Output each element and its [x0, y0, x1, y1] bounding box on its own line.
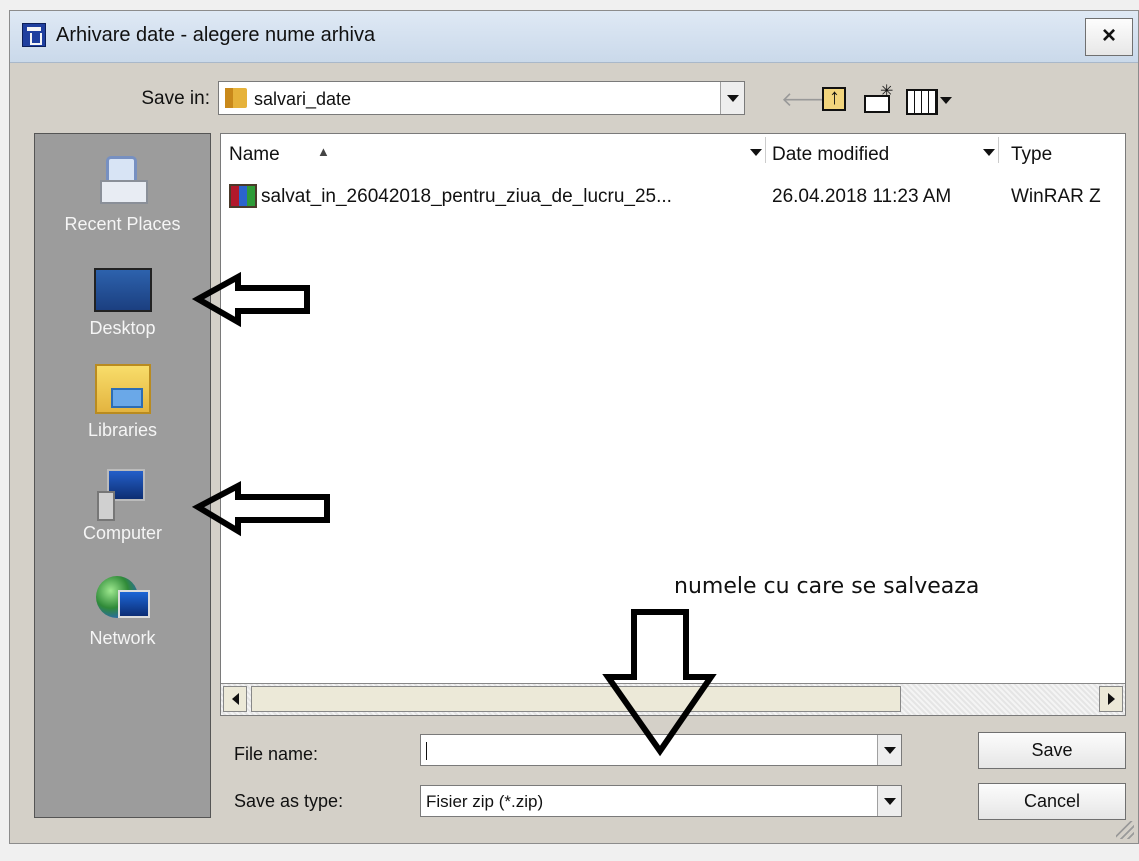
text-cursor: [426, 742, 427, 760]
cancel-button[interactable]: Cancel: [978, 783, 1126, 820]
folder-icon: [225, 88, 247, 108]
scroll-left-button[interactable]: [223, 686, 247, 712]
place-recent-places[interactable]: Recent Places: [35, 156, 210, 235]
file-name: salvat_in_26042018_pentru_ziua_de_lucru_…: [261, 186, 672, 207]
places-bar: Recent Places Desktop Libraries Computer…: [34, 133, 211, 818]
view-menu-icon[interactable]: [906, 87, 964, 115]
place-label-libraries: Libraries: [87, 420, 158, 440]
horizontal-scrollbar[interactable]: [221, 683, 1125, 715]
selected-file-type: Fisier zip (*.zip): [426, 792, 544, 811]
place-desktop[interactable]: Desktop: [35, 268, 210, 339]
column-type-header[interactable]: Type: [1011, 144, 1052, 166]
file-row[interactable]: salvat_in_26042018_pentru_ziua_de_lucru_…: [229, 184, 1125, 212]
save-as-type-dropdown-button[interactable]: [877, 786, 901, 816]
sort-ascending-icon: ▲: [317, 144, 330, 159]
place-label-computer: Computer: [82, 523, 163, 543]
save-in-dropdown-button[interactable]: [720, 82, 744, 114]
place-label-desktop: Desktop: [89, 318, 156, 338]
save-in-combo[interactable]: salvari_date: [218, 81, 745, 115]
date-column-dropdown-icon[interactable]: [983, 149, 995, 156]
place-network[interactable]: Network: [35, 572, 210, 649]
new-folder-icon[interactable]: [864, 81, 893, 113]
file-name-input[interactable]: [420, 734, 902, 766]
recent-places-icon: [94, 156, 152, 208]
save-in-label: Save in:: [141, 88, 210, 109]
scroll-thumb[interactable]: [251, 686, 901, 712]
network-icon: [95, 572, 150, 622]
place-label-network: Network: [89, 628, 156, 648]
save-as-type-label: Save as type:: [234, 791, 344, 811]
file-list-header: Name ▲ Date modified Type: [221, 134, 1125, 168]
resize-grip-icon[interactable]: [1116, 821, 1134, 839]
place-libraries[interactable]: Libraries: [35, 364, 210, 441]
scroll-right-button[interactable]: [1099, 686, 1123, 712]
column-date-header[interactable]: Date modified: [772, 144, 889, 166]
title-bar: Arhivare date - alegere nume arhiva ×: [10, 11, 1138, 63]
file-name-dropdown-button[interactable]: [877, 735, 901, 765]
desktop-icon: [93, 268, 152, 312]
name-column-dropdown-icon[interactable]: [750, 149, 762, 156]
file-list[interactable]: Name ▲ Date modified Type salvat_in_2604…: [220, 133, 1126, 716]
file-type: WinRAR Z: [1011, 186, 1101, 207]
back-icon[interactable]: [781, 87, 807, 111]
save-button[interactable]: Save: [978, 732, 1126, 769]
winrar-archive-icon: [229, 184, 257, 208]
computer-icon: [96, 469, 149, 521]
file-date-modified: 26.04.2018 11:23 AM: [772, 186, 952, 207]
place-computer[interactable]: Computer: [35, 469, 210, 544]
window-title: Arhivare date - alegere nume arhiva: [56, 24, 376, 46]
place-label-recent-places: Recent Places: [64, 214, 181, 234]
save-dialog: Arhivare date - alegere nume arhiva × Sa…: [9, 10, 1139, 844]
column-name-header[interactable]: Name: [229, 144, 280, 166]
file-name-label: File name:: [234, 744, 319, 764]
up-folder-icon[interactable]: [822, 84, 846, 111]
save-as-type-select[interactable]: Fisier zip (*.zip): [420, 785, 902, 817]
current-folder: salvari_date: [254, 89, 352, 109]
close-button[interactable]: ×: [1085, 18, 1133, 56]
libraries-icon: [94, 364, 151, 414]
application-icon: [22, 23, 46, 47]
annotation-text: numele cu care se salveaza: [674, 574, 980, 599]
